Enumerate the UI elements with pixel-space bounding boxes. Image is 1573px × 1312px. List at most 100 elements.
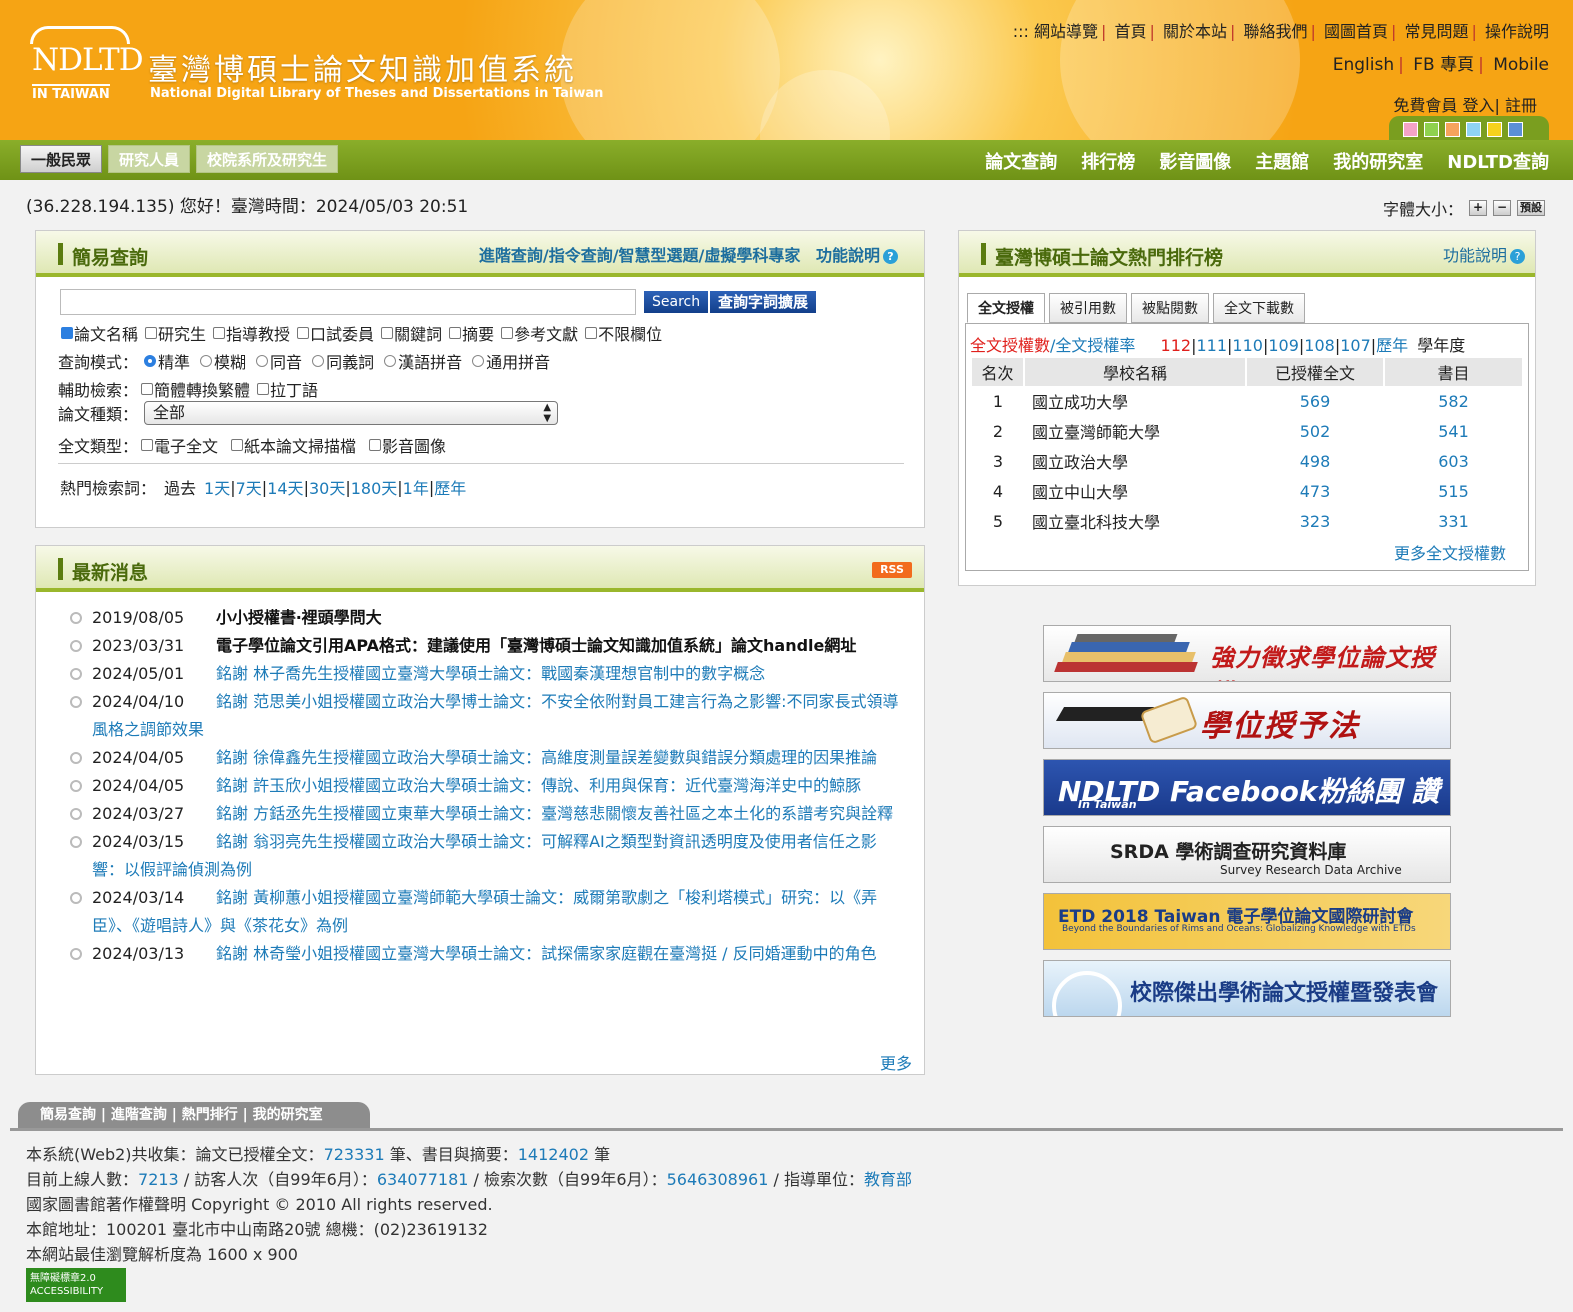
mode-synonym-radio[interactable] — [312, 355, 325, 367]
biblio-cell[interactable]: 603 — [1384, 446, 1523, 476]
news-item[interactable]: 2024/03/13 銘謝 林奇瑩小姐授權國立臺灣大學碩士論文：試探儒家家庭觀在臺… — [66, 940, 906, 968]
hot-range-all[interactable]: 歷年 — [434, 475, 466, 499]
news-title-link[interactable]: 銘謝 許玉欣小姐授權國立政治大學碩士論文：傳說、利用與保育：近代臺灣海洋史中的鯨… — [216, 776, 861, 795]
field-any-checkbox[interactable] — [585, 327, 598, 339]
year-all[interactable]: 歷年 — [1376, 336, 1408, 355]
theme-swatch-pink[interactable] — [1403, 122, 1418, 137]
banner-degree-act[interactable]: 學位授予法 — [1043, 692, 1451, 749]
hot-range-14d[interactable]: 14天 — [267, 475, 303, 499]
theme-swatch-green[interactable] — [1424, 122, 1439, 137]
news-title-link[interactable]: 銘謝 徐偉鑫先生授權國立政治大學碩士論文：高維度測量誤差變數與錯誤分類處理的因果… — [216, 748, 877, 767]
news-item[interactable]: 2019/08/05 小小授權書‧裡頭學問大 — [66, 604, 906, 632]
mode-exact-radio[interactable] — [144, 355, 157, 367]
link-login[interactable]: 登入 — [1462, 96, 1494, 115]
link-free-member[interactable]: 免費會員 — [1393, 96, 1457, 115]
theme-swatch-lightblue[interactable] — [1466, 122, 1481, 137]
aux-latin-checkbox[interactable] — [257, 383, 270, 395]
top-link-sitemap[interactable]: 網站導覽 — [1034, 22, 1098, 41]
authorized-cell[interactable]: 473 — [1246, 476, 1384, 506]
banner-thesis-authorization[interactable]: 強力徵求學位論文授權 — [1043, 625, 1451, 682]
field-student-checkbox[interactable] — [145, 327, 158, 339]
ranking-more-link[interactable]: 更多全文授權數 — [1394, 540, 1506, 564]
agency-link[interactable]: 教育部 — [864, 1170, 912, 1189]
biblio-cell[interactable]: 582 — [1384, 386, 1523, 416]
hot-range-7d[interactable]: 7天 — [236, 475, 262, 499]
ranking-count-label[interactable]: 全文授權數 — [970, 336, 1050, 355]
footer-quick-links[interactable]: 簡易查詢 | 進階查詢 | 熱門排行 | 我的研究室 — [18, 1102, 370, 1128]
banner-outstanding-papers[interactable]: 校際傑出學術論文授權暨發表會 — [1043, 960, 1451, 1017]
nav-ndltd-search[interactable]: NDLTD查詢 — [1447, 148, 1549, 174]
mode-hanyu-radio[interactable] — [384, 355, 397, 367]
authorized-cell[interactable]: 498 — [1246, 446, 1384, 476]
theme-swatch-blue[interactable] — [1508, 122, 1523, 137]
authorized-cell[interactable]: 502 — [1246, 416, 1384, 446]
hot-range-30d[interactable]: 30天 — [309, 475, 345, 499]
ranking-help-link[interactable]: 功能說明 — [1443, 246, 1507, 265]
tab-downloads[interactable]: 全文下載數 — [1213, 293, 1305, 323]
field-advisor-checkbox[interactable] — [213, 327, 226, 339]
year-108[interactable]: 108 — [1304, 336, 1335, 355]
nav-my-lab[interactable]: 我的研究室 — [1333, 148, 1423, 174]
year-107[interactable]: 107 — [1340, 336, 1371, 355]
tab-schools[interactable]: 校院系所及研究生 — [196, 145, 339, 173]
tab-researchers[interactable]: 研究人員 — [108, 145, 191, 173]
news-title-link[interactable]: 銘謝 林子喬先生授權國立臺灣大學碩士論文：戰國秦漢理想官制中的數字概念 — [216, 664, 765, 683]
biblio-cell[interactable]: 515 — [1384, 476, 1523, 506]
banner-etd-2018[interactable]: ETD 2018 Taiwan 電子學位論文國際研討會 Beyond the B… — [1043, 893, 1451, 950]
search-input[interactable] — [60, 289, 636, 315]
year-112[interactable]: 112 — [1161, 336, 1192, 355]
year-109[interactable]: 109 — [1268, 336, 1299, 355]
news-item[interactable]: 2024/04/10 銘謝 范思美小姐授權國立政治大學博士論文：不安全依附對員工建… — [66, 688, 906, 744]
mode-fuzzy-radio[interactable] — [200, 355, 213, 367]
biblio-cell[interactable]: 331 — [1384, 506, 1523, 536]
news-item[interactable]: 2023/03/31 電子學位論文引用APA格式：建議使用「臺灣博碩士論文知識加值… — [66, 632, 906, 660]
news-item[interactable]: 2024/05/01 銘謝 林子喬先生授權國立臺灣大學碩士論文：戰國秦漢理想官制中… — [66, 660, 906, 688]
field-abstract-checkbox[interactable] — [449, 327, 462, 339]
banner-facebook-fans[interactable]: NDLTD Facebook粉絲團 讚 In Taiwan — [1043, 759, 1451, 816]
advanced-search-links[interactable]: 進階查詢/指令查詢/智慧型選題/虛擬學科專家 — [479, 246, 801, 265]
authorized-cell[interactable]: 569 — [1246, 386, 1384, 416]
font-decrease-button[interactable]: − — [1493, 200, 1511, 216]
tab-cited[interactable]: 被引用數 — [1049, 293, 1127, 323]
accessibility-badge[interactable]: 無障礙標章2.0 ACCESSIBILITY — [26, 1268, 126, 1302]
nav-thesis-search[interactable]: 論文查詢 — [985, 148, 1057, 174]
font-default-button[interactable]: 預設 — [1517, 200, 1545, 216]
ranking-rate-label[interactable]: /全文授權率 — [1050, 336, 1135, 355]
search-button[interactable]: Search — [644, 291, 709, 313]
link-english[interactable]: English — [1333, 55, 1394, 75]
news-title-link[interactable]: 小小授權書‧裡頭學問大 — [216, 608, 382, 627]
nav-ranking[interactable]: 排行榜 — [1081, 148, 1135, 174]
tab-views[interactable]: 被點閱數 — [1131, 293, 1209, 323]
news-item[interactable]: 2024/03/14 銘謝 黃柳蕙小姐授權國立臺灣師範大學碩士論文：威爾第歌劇之「… — [66, 884, 906, 940]
link-fb-page[interactable]: FB 專頁 — [1413, 55, 1474, 75]
top-link-manual[interactable]: 操作說明 — [1485, 22, 1549, 41]
theme-swatch-orange[interactable] — [1445, 122, 1460, 137]
mode-tongyong-radio[interactable] — [472, 355, 485, 367]
news-item[interactable]: 2024/03/15 銘謝 翁羽亮先生授權國立政治大學碩士論文：可解釋AI之類型對… — [66, 828, 906, 884]
tab-fulltext-authorized[interactable]: 全文授權 — [967, 293, 1045, 323]
news-title-link[interactable]: 電子學位論文引用APA格式：建議使用「臺灣博碩士論文知識加值系統」論文handl… — [216, 636, 856, 655]
news-item[interactable]: 2024/04/05 銘謝 許玉欣小姐授權國立政治大學碩士論文：傳說、利用與保育：… — [66, 772, 906, 800]
year-110[interactable]: 110 — [1232, 336, 1263, 355]
font-increase-button[interactable]: + — [1469, 200, 1487, 216]
rss-button[interactable]: RSS — [872, 562, 912, 578]
authorized-cell[interactable]: 323 — [1246, 506, 1384, 536]
query-expand-button[interactable]: 查詢字詞擴展 — [710, 291, 817, 313]
fulltext-electronic-checkbox[interactable] — [141, 439, 154, 451]
field-title-checkbox[interactable] — [61, 327, 73, 339]
top-link-ncl-home[interactable]: 國圖首頁 — [1324, 22, 1388, 41]
news-item[interactable]: 2024/03/27 銘謝 方銛丞先生授權國立東華大學碩士論文：臺灣慈悲關懷友善社… — [66, 800, 906, 828]
link-register[interactable]: 註冊 — [1505, 96, 1537, 115]
top-link-faq[interactable]: 常見問題 — [1404, 22, 1468, 41]
thesis-type-select[interactable]: 全部 ▲ ▼ — [144, 401, 559, 425]
field-keyword-checkbox[interactable] — [381, 327, 394, 339]
fulltext-scan-checkbox[interactable] — [231, 439, 244, 451]
top-link-home[interactable]: 首頁 — [1114, 22, 1146, 41]
news-title-link[interactable]: 銘謝 方銛丞先生授權國立東華大學碩士論文：臺灣慈悲關懷友善社區之本土化的系譜考究… — [216, 804, 893, 823]
search-help-link[interactable]: 功能說明 — [816, 246, 880, 265]
banner-srda[interactable]: SRDA 學術調查研究資料庫 Survey Research Data Arch… — [1043, 826, 1451, 883]
hot-range-180d[interactable]: 180天 — [351, 475, 398, 499]
fulltext-media-checkbox[interactable] — [369, 439, 382, 451]
nav-media[interactable]: 影音圖像 — [1159, 148, 1231, 174]
news-title-link[interactable]: 銘謝 林奇瑩小姐授權國立臺灣大學碩士論文：試探儒家家庭觀在臺灣挺 / 反同婚運動… — [216, 944, 877, 963]
